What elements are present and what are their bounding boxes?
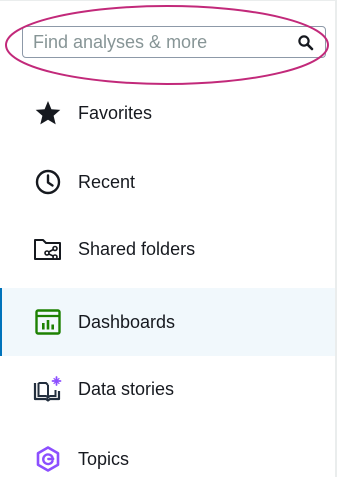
search-input[interactable] [33, 31, 283, 53]
nav-label-topics: Topics [78, 448, 130, 469]
top-divider [0, 0, 337, 1]
nav-label-shared-folders: Shared folders [78, 238, 196, 259]
nav-label-data-stories: Data stories [78, 378, 175, 399]
nav-item-dashboards[interactable]: Dashboards [0, 288, 335, 356]
dashboard-icon [33, 307, 63, 337]
topics-icon [33, 444, 63, 474]
nav-item-recent[interactable]: Recent [0, 150, 335, 214]
nav-label-dashboards: Dashboards [78, 311, 176, 332]
nav-item-data-stories[interactable]: Data stories [0, 357, 335, 421]
nav-label-favorites: Favorites [78, 102, 153, 123]
search-box[interactable] [22, 26, 326, 58]
data-stories-icon [33, 374, 63, 404]
star-icon [33, 98, 63, 128]
nav-item-shared-folders[interactable]: Shared folders [0, 217, 335, 281]
nav-label-recent: Recent [78, 171, 136, 192]
search-icon[interactable] [297, 34, 315, 52]
nav-item-topics[interactable]: Topics [0, 427, 335, 477]
clock-icon [33, 167, 63, 197]
shared-folder-icon [33, 234, 63, 264]
nav-item-favorites[interactable]: Favorites [0, 81, 335, 145]
navigation-panel: Favorites Recent Shared folders [0, 0, 337, 477]
